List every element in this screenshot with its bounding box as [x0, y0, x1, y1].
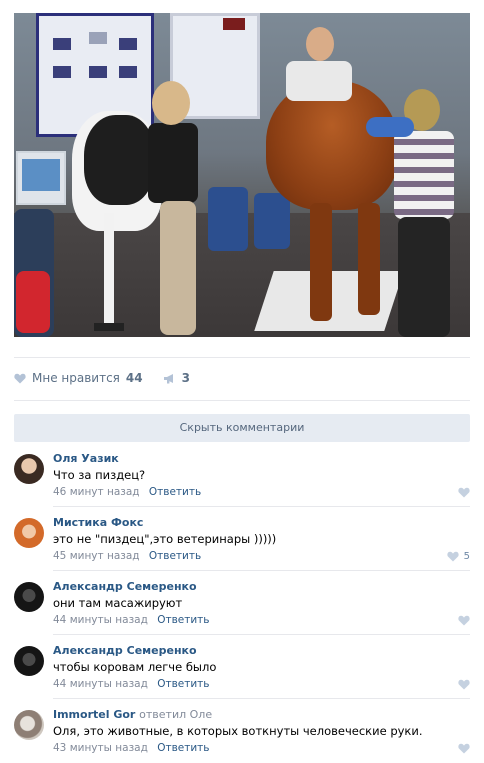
heart-icon	[458, 743, 470, 754]
photo-person-right	[394, 131, 454, 219]
heart-icon	[458, 487, 470, 498]
photo-barrel	[254, 193, 290, 249]
comment-meta: 46 минут назад Ответить	[53, 486, 201, 498]
divider	[14, 357, 470, 358]
avatar[interactable]	[14, 454, 44, 484]
divider	[53, 698, 470, 699]
comment-like[interactable]: 5	[447, 551, 470, 562]
reply-link[interactable]: Ответить	[149, 550, 201, 562]
photo-monitor	[16, 151, 66, 205]
comment-meta: 44 минуты назад Ответить	[53, 614, 209, 626]
reply-to-label[interactable]: ответил Оле	[139, 708, 212, 721]
heart-icon	[458, 679, 470, 690]
photo-cow-model-black-patch	[84, 115, 154, 205]
photo-blue-glove	[366, 117, 414, 137]
comment-time[interactable]: 46 минут назад	[53, 486, 140, 498]
like-label[interactable]: Мне нравится	[32, 371, 120, 385]
comment-like[interactable]	[458, 615, 470, 626]
heart-icon	[458, 615, 470, 626]
comment-time[interactable]: 45 минут назад	[53, 550, 140, 562]
megaphone-icon	[163, 373, 173, 383]
comment-like[interactable]	[458, 487, 470, 498]
reply-link[interactable]: Ответить	[149, 486, 201, 498]
divider	[53, 570, 470, 571]
comment-text: это не "пиздец",это ветеринары )))))	[53, 532, 277, 546]
comment-meta: 43 минуты назад Ответить	[53, 742, 209, 754]
comment-meta: 44 минуты назад Ответить	[53, 678, 209, 690]
post-actions: Мне нравится 44 3	[14, 369, 190, 387]
avatar[interactable]	[14, 518, 44, 548]
heart-icon[interactable]	[14, 373, 26, 384]
avatar[interactable]	[14, 646, 44, 676]
comment-time[interactable]: 44 минуты назад	[53, 678, 148, 690]
comment-text: Оля, это животные, в которых воткнуты че…	[53, 724, 423, 738]
reply-link[interactable]: Ответить	[157, 614, 209, 626]
photo-barrel	[208, 187, 248, 251]
comment-author[interactable]: Александр Семеренко	[53, 644, 197, 657]
repost-button[interactable]: 3	[163, 371, 190, 385]
reply-link[interactable]: Ответить	[157, 678, 209, 690]
comment-text: чтобы коровам легче было	[53, 660, 217, 674]
like-count[interactable]: 44	[126, 371, 143, 385]
avatar[interactable]	[14, 710, 44, 740]
comment-author[interactable]: Мистика Фокс	[53, 516, 143, 529]
comment-text: они там масажируют	[53, 596, 183, 610]
comment-like-count: 5	[463, 551, 470, 562]
post-photo[interactable]	[14, 13, 470, 337]
avatar[interactable]	[14, 582, 44, 612]
comment-author[interactable]: Оля Уазик	[53, 452, 119, 465]
divider	[53, 506, 470, 507]
hide-comments-button[interactable]: Скрыть комментарии	[14, 414, 470, 442]
comment-time[interactable]: 44 минуты назад	[53, 614, 148, 626]
comment-time[interactable]: 43 минуты назад	[53, 742, 148, 754]
comment-author: Immortel Gor ответил Оле	[53, 708, 212, 721]
divider	[14, 400, 470, 401]
photo-person-back	[286, 61, 352, 101]
comment-like[interactable]	[458, 679, 470, 690]
divider	[53, 634, 470, 635]
reply-link[interactable]: Ответить	[157, 742, 209, 754]
photo-person-center	[148, 123, 198, 203]
heart-icon	[447, 551, 459, 562]
comment-author[interactable]: Александр Семеренко	[53, 580, 197, 593]
repost-count: 3	[181, 371, 190, 385]
comment-like[interactable]	[458, 743, 470, 754]
comment-author-name[interactable]: Immortel Gor	[53, 708, 135, 721]
comment-meta: 45 минут назад Ответить	[53, 550, 201, 562]
comment-text: Что за пиздец?	[53, 468, 146, 482]
